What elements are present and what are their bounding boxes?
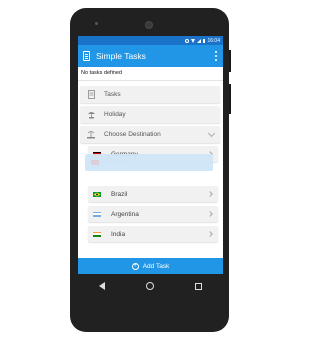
app-title: Simple Tasks bbox=[96, 51, 146, 61]
india-flag-icon bbox=[93, 231, 101, 237]
chevron-right-icon bbox=[207, 231, 213, 237]
destination-label: Argentina bbox=[111, 210, 139, 218]
navigation-bar bbox=[78, 274, 223, 298]
overflow-menu-icon[interactable] bbox=[215, 51, 217, 61]
beach-icon bbox=[84, 110, 98, 119]
add-task-button[interactable]: + Add Task bbox=[78, 258, 223, 274]
volume-button bbox=[229, 84, 231, 114]
argentina-flag-icon bbox=[93, 211, 101, 217]
home-icon[interactable] bbox=[145, 282, 154, 290]
front-camera bbox=[95, 22, 98, 25]
power-button bbox=[229, 50, 231, 72]
chevron-right-icon bbox=[207, 191, 213, 197]
status-bar: 16:04 bbox=[78, 36, 223, 45]
add-task-label: Add Task bbox=[142, 262, 170, 270]
row-holiday[interactable]: Holiday bbox=[80, 106, 220, 123]
recent-apps-icon[interactable] bbox=[195, 282, 203, 290]
clipboard-icon bbox=[84, 90, 98, 99]
battery-icon bbox=[202, 38, 206, 43]
row-choose-destination[interactable]: Choose Destination bbox=[80, 126, 220, 143]
earpiece-speaker bbox=[145, 21, 153, 29]
divider bbox=[78, 80, 223, 81]
row-tasks[interactable]: Tasks bbox=[80, 86, 220, 103]
island-icon bbox=[84, 130, 98, 139]
destination-item-india[interactable]: India bbox=[88, 226, 218, 242]
flag-icon bbox=[91, 160, 99, 165]
app-screen: 16:04 Simple Tasks No tasks defined Task… bbox=[78, 36, 223, 274]
row-label: Holiday bbox=[104, 111, 126, 118]
row-label: Tasks bbox=[104, 91, 121, 98]
app-bar: Simple Tasks bbox=[78, 45, 223, 67]
destination-label: Brazil bbox=[111, 190, 128, 198]
plus-icon: + bbox=[131, 262, 139, 270]
destination-item-brazil[interactable]: Brazil bbox=[88, 186, 218, 202]
dragged-item[interactable] bbox=[85, 154, 213, 171]
clipboard-icon bbox=[83, 51, 90, 61]
alarm-icon bbox=[184, 38, 189, 43]
destination-item-argentina[interactable]: Argentina bbox=[88, 206, 218, 222]
clock: 16:04 bbox=[207, 37, 220, 44]
wifi-icon bbox=[190, 38, 195, 43]
chevron-down-icon bbox=[207, 129, 216, 138]
chevron-right-icon bbox=[207, 211, 213, 217]
back-icon[interactable] bbox=[98, 282, 105, 290]
brazil-flag-icon bbox=[93, 191, 101, 197]
row-label: Choose Destination bbox=[104, 131, 161, 138]
destination-label: India bbox=[111, 230, 126, 238]
signal-icon bbox=[196, 38, 201, 43]
empty-state-text: No tasks defined bbox=[81, 70, 122, 76]
